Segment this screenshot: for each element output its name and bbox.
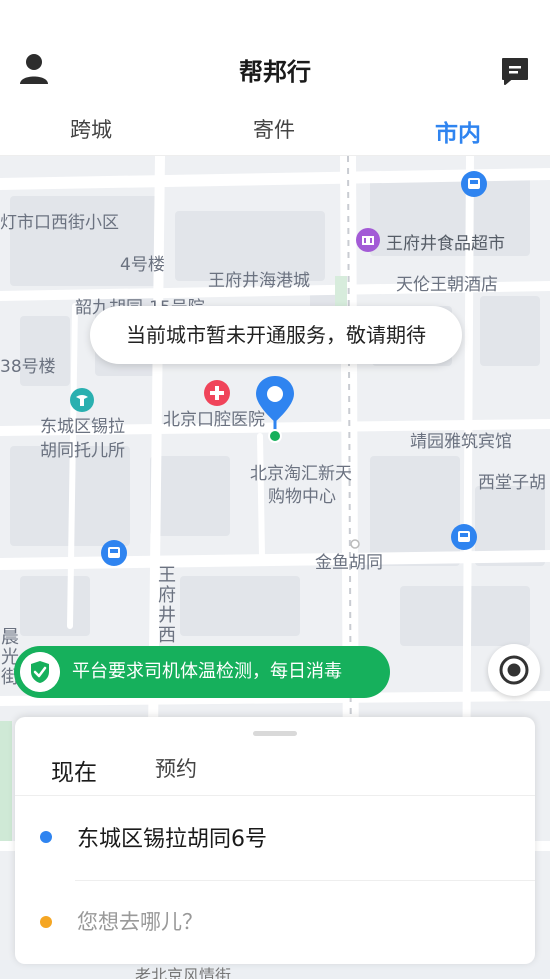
destination-input[interactable]: 您想去哪儿？ [77, 906, 203, 936]
divider [15, 795, 535, 796]
locate-me-button[interactable] [488, 644, 540, 696]
map-label: 西堂子胡 [478, 473, 546, 493]
trip-panel: 现在 预约 东城区锡拉胡同6号 您想去哪儿？ [15, 717, 535, 964]
hospital-icon [204, 380, 230, 406]
target-icon [499, 655, 529, 685]
top-bar: 帮邦行 [0, 0, 550, 104]
notice-text: 平台要求司机体温检测，每日消毒 [72, 661, 342, 682]
map-label: 王府井食品超市 [386, 234, 505, 254]
shield-icon [20, 652, 60, 692]
map-label: 老北京风情街 [135, 966, 232, 979]
tab-parcel[interactable]: 寄件 [214, 114, 334, 144]
map-label: 北京淘汇新天 [250, 464, 352, 484]
origin-dot-icon [40, 831, 52, 843]
map-label: 购物中心 [268, 487, 336, 507]
location-pin-icon [256, 376, 294, 443]
map-label: 王府井西 [158, 565, 176, 646]
destination-dot-icon [40, 916, 52, 928]
supermarket-icon [356, 228, 380, 252]
tab-now[interactable]: 现在 [51, 753, 97, 787]
bus-stop-icon [461, 171, 487, 197]
service-tabs: 跨城 寄件 市内 [0, 104, 550, 156]
tab-reserve[interactable]: 预约 [155, 753, 197, 783]
map-label: 北京口腔医院 [163, 410, 265, 430]
safety-notice-banner: 平台要求司机体温检测，每日消毒 [14, 646, 390, 698]
kindergarten-icon [70, 388, 94, 412]
origin-field[interactable]: 东城区锡拉胡同6号 [77, 821, 267, 853]
drag-handle[interactable] [253, 731, 297, 736]
tab-in-city[interactable]: 市内 [398, 114, 518, 148]
message-icon[interactable] [500, 56, 530, 86]
divider [75, 880, 535, 881]
map-label: 38号楼 [0, 357, 56, 377]
map-label: 靖园雅筑宾馆 [410, 432, 512, 452]
map-label: 金鱼胡同 [315, 553, 383, 573]
service-unavailable-tooltip: 当前城市暂未开通服务，敬请期待 [90, 306, 462, 364]
map-label: 胡同托儿所 [40, 441, 125, 461]
map-label: 灯市口西街小区 [0, 213, 119, 233]
map-label: 王府井海港城 [208, 271, 310, 291]
bus-stop-icon [101, 540, 127, 566]
map-label: 4号楼 [120, 255, 165, 275]
page-title: 帮邦行 [239, 58, 311, 86]
bus-stop-icon [451, 524, 477, 550]
map-label: 天伦王朝酒店 [396, 275, 498, 295]
map-label: 东城区锡拉 [40, 417, 125, 437]
tab-intercity[interactable]: 跨城 [31, 114, 151, 144]
